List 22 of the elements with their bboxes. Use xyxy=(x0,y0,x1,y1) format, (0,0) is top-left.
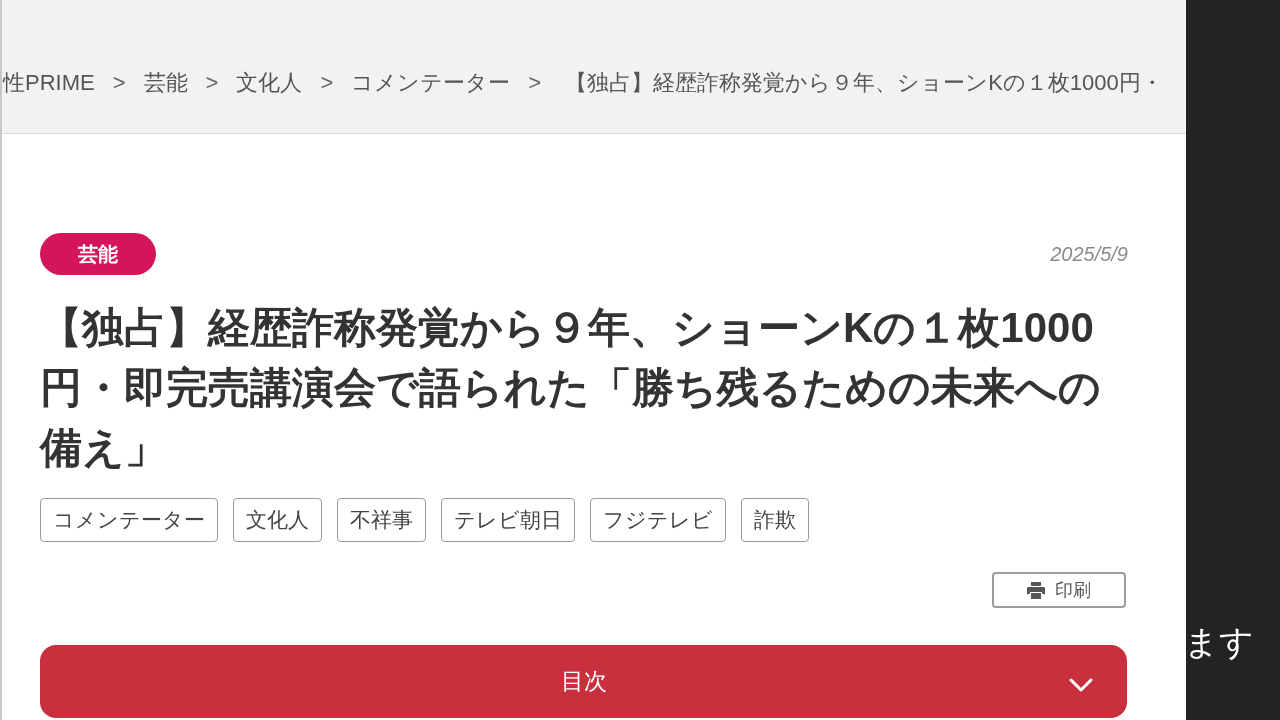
publish-date: 2025/5/9 xyxy=(1050,242,1128,267)
breadcrumb-link[interactable]: 芸能 xyxy=(143,65,188,99)
tag-link[interactable]: フジテレビ xyxy=(590,498,726,542)
tag-link[interactable]: テレビ朝日 xyxy=(441,498,575,542)
breadcrumb-separator: > xyxy=(527,68,543,97)
breadcrumb-link[interactable]: 性PRIME xyxy=(3,65,95,99)
caption-text: ます xyxy=(1184,622,1254,663)
tag-link[interactable]: 文化人 xyxy=(233,498,322,542)
printer-icon xyxy=(1027,581,1045,599)
tag-link[interactable]: コメンテーター xyxy=(40,498,218,542)
breadcrumb-current: 【独占】経歴詐称発覚から９年、ショーンKの１枚1000円・ xyxy=(565,68,1163,97)
breadcrumb-separator: > xyxy=(319,68,335,97)
breadcrumb-link[interactable]: コメンテーター xyxy=(351,65,511,99)
category-badge[interactable]: 芸能 xyxy=(40,233,156,275)
breadcrumb-separator: > xyxy=(111,68,127,97)
tag-link[interactable]: 不祥事 xyxy=(337,498,426,542)
table-of-contents-bar[interactable]: 目次 xyxy=(40,645,1127,718)
print-button[interactable]: 印刷 xyxy=(992,572,1126,608)
breadcrumb-link[interactable]: 文化人 xyxy=(236,65,303,99)
tag-link[interactable]: 詐欺 xyxy=(741,498,809,542)
breadcrumb-separator: > xyxy=(204,68,220,97)
article-title: 【独占】経歴詐称発覚から９年、ショーンKの１枚1000円・即完売講演会で語られた「勝ち残るための未来への備え」 xyxy=(40,303,1102,473)
